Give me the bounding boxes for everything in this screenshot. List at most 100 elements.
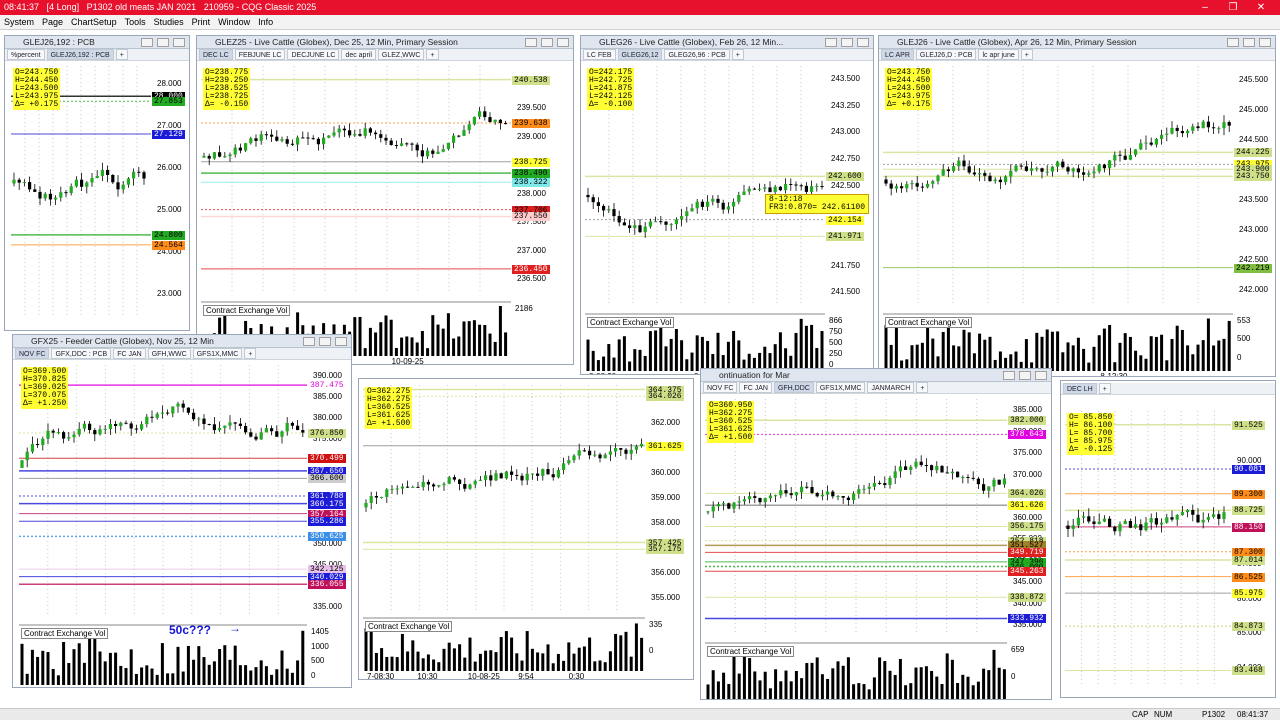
add-tab-button[interactable]: + [1020, 49, 1033, 60]
candle-body [415, 144, 419, 151]
window-close-icon[interactable] [141, 38, 153, 47]
add-tab-button[interactable]: + [426, 49, 439, 60]
window-title[interactable]: GLEJ26 - Live Cattle (Globex), Apr 26, 1… [879, 36, 1275, 49]
chart-tab[interactable]: GLEG26,12 [617, 49, 663, 60]
volume-panel-title: Contract Exchange Vol [21, 628, 109, 639]
add-tab-button[interactable]: + [731, 49, 744, 60]
volume-bar [805, 663, 809, 699]
chart-window-w2[interactable]: GLEZ25 - Live Cattle (Globex), Dec 25, 1… [196, 35, 574, 365]
window-restore-icon[interactable] [1243, 38, 1255, 47]
chart-tab[interactable]: FEBJUNE LC [234, 49, 286, 60]
window-title[interactable]: ontinuation for Mar [701, 369, 1051, 382]
window-close-icon[interactable] [825, 38, 837, 47]
menu-page[interactable]: Page [38, 15, 67, 30]
chart-tab[interactable]: GFH,DDC [773, 382, 814, 393]
chart-tab[interactable]: JANMARCH [867, 382, 915, 393]
window-close-icon[interactable] [303, 337, 315, 346]
volume-bar [452, 338, 456, 356]
candle-body [1056, 161, 1060, 167]
window-title[interactable]: GLEJ26,192 : PCB [5, 36, 189, 49]
chart-tab[interactable]: GLEJ26,192 : PCB [46, 49, 114, 60]
chart-tab[interactable]: LC FEB [583, 49, 616, 60]
window-restore-icon[interactable] [319, 337, 331, 346]
chart-tab[interactable]: %percent [7, 49, 45, 60]
chart-tab[interactable]: GLEZ,WWC [377, 49, 425, 60]
candle-body [499, 473, 503, 479]
add-tab-button[interactable]: + [916, 382, 929, 393]
chart-tab[interactable]: FC JAN [113, 348, 146, 359]
ohlc-readout: O=360.950 H=362.275 L=360.525 L=361.625 Δ= +… [707, 401, 755, 443]
candle-body [774, 495, 778, 497]
window-minimize-icon[interactable] [173, 38, 185, 47]
candle-body [1030, 168, 1034, 171]
minimize-icon[interactable]: – [1194, 0, 1216, 15]
chart-tab[interactable]: GLEG26,96 : PCB [664, 49, 730, 60]
volume-bar [389, 319, 393, 356]
chart-window-w6[interactable]: Contract Exchange Vol3350363.000362.0003… [358, 378, 694, 680]
window-restore-icon[interactable] [157, 38, 169, 47]
add-tab-button[interactable]: + [1098, 383, 1111, 394]
window-minimize-icon[interactable] [557, 38, 569, 47]
window-close-icon[interactable] [1003, 371, 1015, 380]
candle-body [212, 424, 216, 431]
chart-tab[interactable]: NOV FC [703, 382, 738, 393]
add-tab-button[interactable]: + [244, 348, 257, 359]
ohlc-readout: O= 85.850 H= 86.100 L= 85.700 L= 85.975 Δ= -… [1067, 413, 1115, 455]
candle-body [945, 472, 949, 474]
menu-window[interactable]: Window [214, 15, 254, 30]
chart-window-w7[interactable]: ontinuation for Mar NOV FC FC JAN GFH,DDC GF… [700, 368, 1052, 700]
close-icon[interactable]: ✕ [1250, 0, 1272, 15]
chart-tab[interactable]: GFH,WWC [147, 348, 191, 359]
chart-tab[interactable]: DECJUNE LC [287, 49, 340, 60]
chart-window-w3[interactable]: GLEG26 - Live Cattle (Globex), Feb 26, 1… [580, 35, 874, 375]
add-tab-button[interactable]: + [115, 49, 128, 60]
candle-body [129, 423, 133, 429]
chart-window-w5[interactable]: GFX25 - Feeder Cattle (Globex), Nov 25, … [12, 334, 352, 688]
volume-bar [369, 628, 373, 671]
chart-tab[interactable]: GFS1X,MMC [815, 382, 866, 393]
chart-tab[interactable]: lc apr june [978, 49, 1019, 60]
volume-bar [1108, 324, 1112, 371]
chart-tab[interactable]: FC JAN [739, 382, 772, 393]
window-close-icon[interactable] [1227, 38, 1239, 47]
chart-tab[interactable]: LC APR [881, 49, 914, 60]
volume-bar [20, 643, 24, 685]
window-minimize-icon[interactable] [1259, 38, 1271, 47]
window-restore-icon[interactable] [1019, 371, 1031, 380]
chart-tab[interactable]: GFS1X,MMC [192, 348, 243, 359]
candle-body [103, 428, 107, 430]
window-restore-icon[interactable] [841, 38, 853, 47]
menu-system[interactable]: System [0, 15, 38, 30]
chart-tab[interactable]: GFX,DDC : PCB [51, 348, 112, 359]
volume-bar [940, 684, 944, 699]
window-title[interactable]: GLEG26 - Live Cattle (Globex), Feb 26, 1… [581, 36, 873, 49]
window-restore-icon[interactable] [541, 38, 553, 47]
menu-tools[interactable]: Tools [121, 15, 150, 30]
window-close-icon[interactable] [525, 38, 537, 47]
chart-tab[interactable]: GLEJ26,D : PCB [915, 49, 977, 60]
window-minimize-icon[interactable] [857, 38, 869, 47]
price-axis-label: 362.000 [651, 417, 680, 427]
chart-window-w1[interactable]: GLEJ26,192 : PCB %percent GLEJ26,192 : PCB… [4, 35, 190, 331]
window-minimize-icon[interactable] [1035, 371, 1047, 380]
menu-chartsetup[interactable]: ChartSetup [67, 15, 121, 30]
chart-tab[interactable]: dec april [341, 49, 376, 60]
menu-studies[interactable]: Studies [150, 15, 188, 30]
chart-tab[interactable]: DEC LC [199, 49, 233, 60]
chart-window-w8[interactable]: DEC LH+91.00090.00089.00088.00087.00086.… [1060, 380, 1276, 698]
volume-bar [685, 359, 689, 371]
restore-icon[interactable]: ❐ [1222, 0, 1244, 15]
price-level-label: 242.219 [1234, 263, 1272, 273]
candle-body [1191, 510, 1195, 515]
chart-tab[interactable]: DEC LH [1063, 383, 1097, 394]
window-minimize-icon[interactable] [335, 337, 347, 346]
candle-body [186, 407, 190, 413]
chart-tab[interactable]: NOV FC [15, 348, 50, 359]
chart-window-w4[interactable]: GLEJ26 - Live Cattle (Globex), Apr 26, 1… [878, 35, 1276, 377]
price-level-label: 244.225 [1234, 148, 1272, 158]
window-title[interactable]: GLEZ25 - Live Cattle (Globex), Dec 25, 1… [197, 36, 573, 49]
window-title[interactable]: GFX25 - Feeder Cattle (Globex), Nov 25, … [13, 335, 351, 348]
menu-print[interactable]: Print [188, 15, 215, 30]
volume-bar [400, 633, 404, 671]
menu-info[interactable]: Info [254, 15, 277, 30]
